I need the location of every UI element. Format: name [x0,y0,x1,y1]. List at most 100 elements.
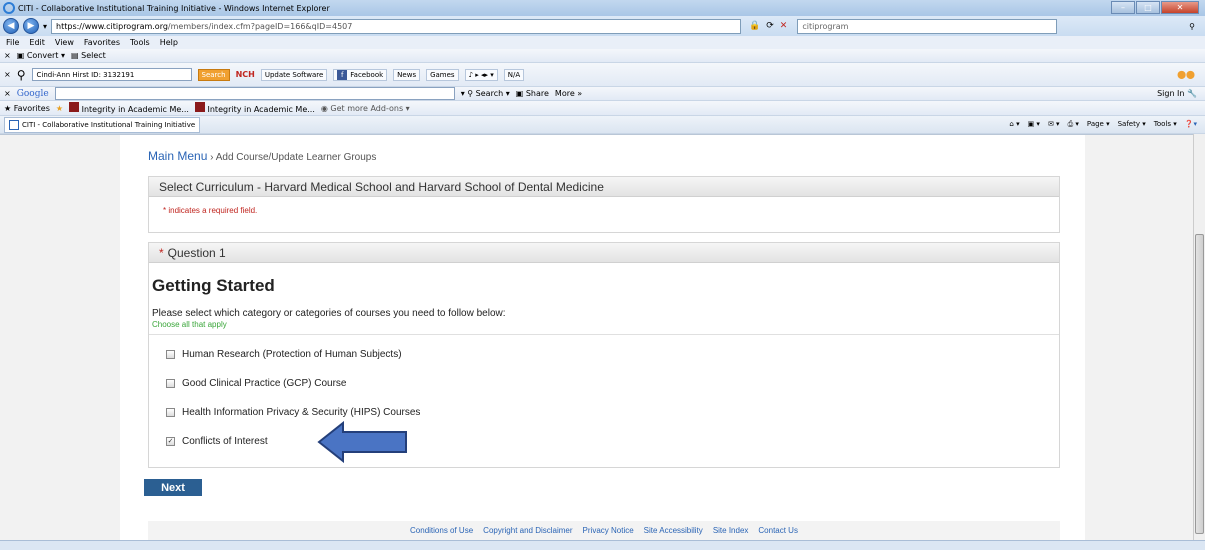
forward-button[interactable]: ▶ [23,18,39,34]
tab-citi[interactable]: CITI - Collaborative Institutional Train… [4,116,201,133]
tools-menu-label: Tools [1153,120,1172,128]
checkbox-human-research[interactable] [166,350,175,359]
footer-privacy[interactable]: Privacy Notice [583,526,634,535]
page-menu[interactable]: Page ▾ [1087,120,1110,129]
convert-button[interactable]: ▣ Convert ▾ [17,51,65,60]
favorite-item-1[interactable]: Integrity in Academic Me... [69,102,189,114]
toolbar-search-button[interactable]: Search [197,68,230,81]
next-button[interactable]: Next [144,479,202,496]
search-button-label: Search [201,70,226,79]
google-search-button[interactable]: ▾ ⚲ Search ▾ [461,89,510,98]
google-search-input[interactable] [54,87,455,100]
nav-dropdown-icon[interactable]: ▾ [43,22,47,31]
media-controls[interactable]: ♪ ▸ ◂▸ ▾ [464,68,498,81]
option-human-research[interactable]: Human Research (Protection of Human Subj… [166,349,402,360]
favorites-label: Favorites [13,103,50,113]
footer-conditions[interactable]: Conditions of Use [410,526,473,535]
option-label: Good Clinical Practice (GCP) Course [182,378,347,389]
lock-icon[interactable]: 🔒 [749,21,760,31]
user-select[interactable]: Cindi-Ann Hirst ID: 3132191 [31,68,192,81]
minimize-button[interactable]: – [1111,1,1135,14]
option-label: Health Information Privacy & Security (H… [182,407,421,418]
help-icon[interactable]: ❓▾ [1185,120,1197,129]
menu-favorites[interactable]: Favorites [84,38,120,47]
update-software-label: Update Software [264,70,324,79]
select-button[interactable]: ▤ Select [71,51,106,60]
menu-view[interactable]: View [55,38,74,47]
google-sign-in[interactable]: Sign In 🔧 [1157,89,1197,98]
favorite-item-2[interactable]: Integrity in Academic Me... [194,102,315,114]
menu-edit[interactable]: Edit [29,38,45,47]
left-gutter [0,135,120,540]
menu-tools[interactable]: Tools [130,38,150,47]
footer-site-index[interactable]: Site Index [713,526,749,535]
window-controls: – □ ✕ [1111,1,1199,14]
menu-file[interactable]: File [6,38,19,47]
nch-logo-icon[interactable]: NCH [236,70,255,79]
option-label: Human Research (Protection of Human Subj… [182,349,402,360]
pdf-toolbar: × ▣ Convert ▾ ▤ Select [0,49,1205,63]
url-field[interactable]: https://www.citiprogram.org/members/inde… [51,18,742,34]
question-prompt: Please select which category or categori… [152,308,506,319]
feeds-icon[interactable]: ▣ ▾ [1028,120,1040,129]
na-button[interactable]: N/A [503,68,525,81]
checkbox-gcp[interactable] [166,379,175,388]
google-share-button[interactable]: ▣ Share [516,89,549,98]
toolbar-options-icon[interactable]: ⬤⬤ [1177,70,1195,79]
footer-accessibility[interactable]: Site Accessibility [644,526,703,535]
command-bar: ⌂ ▾ ▣ ▾ ✉ ▾ ⎙ ▾ Page ▾ Safety ▾ Tools ▾ … [1009,120,1197,129]
curriculum-panel: Select Curriculum - Harvard Medical Scho… [148,176,1060,233]
mail-icon[interactable]: ✉ ▾ [1048,120,1060,129]
update-software-button[interactable]: Update Software [260,68,328,81]
citi-tab-icon [9,119,19,130]
scrollbar-thumb[interactable] [1195,234,1204,534]
breadcrumb-main-menu[interactable]: Main Menu [148,149,207,163]
google-brand: Google [16,88,49,99]
magnifier-icon[interactable]: ⚲ [17,68,26,82]
home-icon[interactable]: ⌂ ▾ [1009,120,1019,129]
option-conflicts-of-interest[interactable]: ✓ Conflicts of Interest [166,436,268,447]
safety-menu[interactable]: Safety ▾ [1118,120,1146,129]
required-note: * indicates a required field. [163,206,258,215]
google-more-button[interactable]: More » [555,89,582,98]
footer-contact[interactable]: Contact Us [758,526,798,535]
back-button[interactable]: ◀ [3,18,19,34]
option-hips[interactable]: Health Information Privacy & Security (H… [166,407,420,418]
favorites-button[interactable]: ★ Favorites [4,104,50,113]
menu-bar: File Edit View Favorites Tools Help [0,36,1205,49]
close-button[interactable]: ✕ [1161,1,1199,14]
option-gcp[interactable]: Good Clinical Practice (GCP) Course [166,378,347,389]
facebook-button[interactable]: f Facebook [333,68,388,81]
checkbox-conflicts-of-interest[interactable]: ✓ [166,437,175,446]
close-toolbar-icon[interactable]: × [4,70,11,79]
footer-copyright[interactable]: Copyright and Disclaimer [483,526,572,535]
search-icon[interactable]: ⚲ [1189,22,1195,31]
close-toolbar-icon[interactable]: × [4,89,11,98]
breadcrumb-current: › Add Course/Update Learner Groups [207,152,377,163]
na-label: N/A [507,70,521,79]
add-favorite-icon[interactable]: ★ [56,104,63,113]
print-icon[interactable]: ⎙ ▾ [1068,120,1079,129]
close-toolbar-icon[interactable]: × [4,51,11,60]
tools-menu[interactable]: Tools ▾ [1154,120,1177,129]
games-button[interactable]: Games [426,68,459,81]
option-label: Conflicts of Interest [182,436,268,447]
window-title-bar: CITI - Collaborative Institutional Train… [0,0,1205,16]
menu-help[interactable]: Help [160,38,178,47]
address-icons: 🔒 ⟳ ✕ [749,21,787,31]
browser-search-input[interactable]: citiprogram [797,18,1058,34]
checkbox-hips[interactable] [166,408,175,417]
get-addons-link[interactable]: ◉ Get more Add-ons ▾ [321,104,410,113]
curriculum-header: Select Curriculum - Harvard Medical Scho… [149,177,1059,197]
address-bar: ◀ ▶ ▾ https://www.citiprogram.org/member… [0,16,1205,36]
vertical-scrollbar[interactable] [1193,134,1205,540]
annotation-arrow [317,421,407,463]
divider [149,334,1059,335]
page-menu-label: Page [1086,120,1104,128]
window-title: CITI - Collaborative Institutional Train… [18,3,330,13]
news-button[interactable]: News [393,68,421,81]
refresh-icon[interactable]: ⟳ [766,21,774,31]
favorites-bar: ★ Favorites ★ Integrity in Academic Me..… [0,101,1205,116]
stop-icon[interactable]: ✕ [780,21,788,31]
maximize-button[interactable]: □ [1136,1,1160,14]
